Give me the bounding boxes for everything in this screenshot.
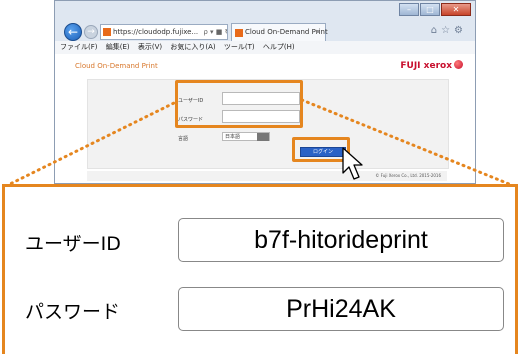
zoom-panel: ユーザーID b7f-hitorideprint パスワード PrHi24AK bbox=[2, 184, 518, 354]
zoom-line-left bbox=[4, 100, 178, 188]
zoom-password-field[interactable]: PrHi24AK bbox=[178, 287, 504, 331]
zoom-line-right bbox=[300, 98, 516, 188]
mouse-cursor-icon bbox=[342, 147, 363, 180]
zoom-password-label: パスワード bbox=[25, 301, 121, 323]
zoom-user-id-label: ユーザーID bbox=[25, 233, 121, 255]
zoom-user-id-field[interactable]: b7f-hitorideprint bbox=[178, 218, 504, 262]
